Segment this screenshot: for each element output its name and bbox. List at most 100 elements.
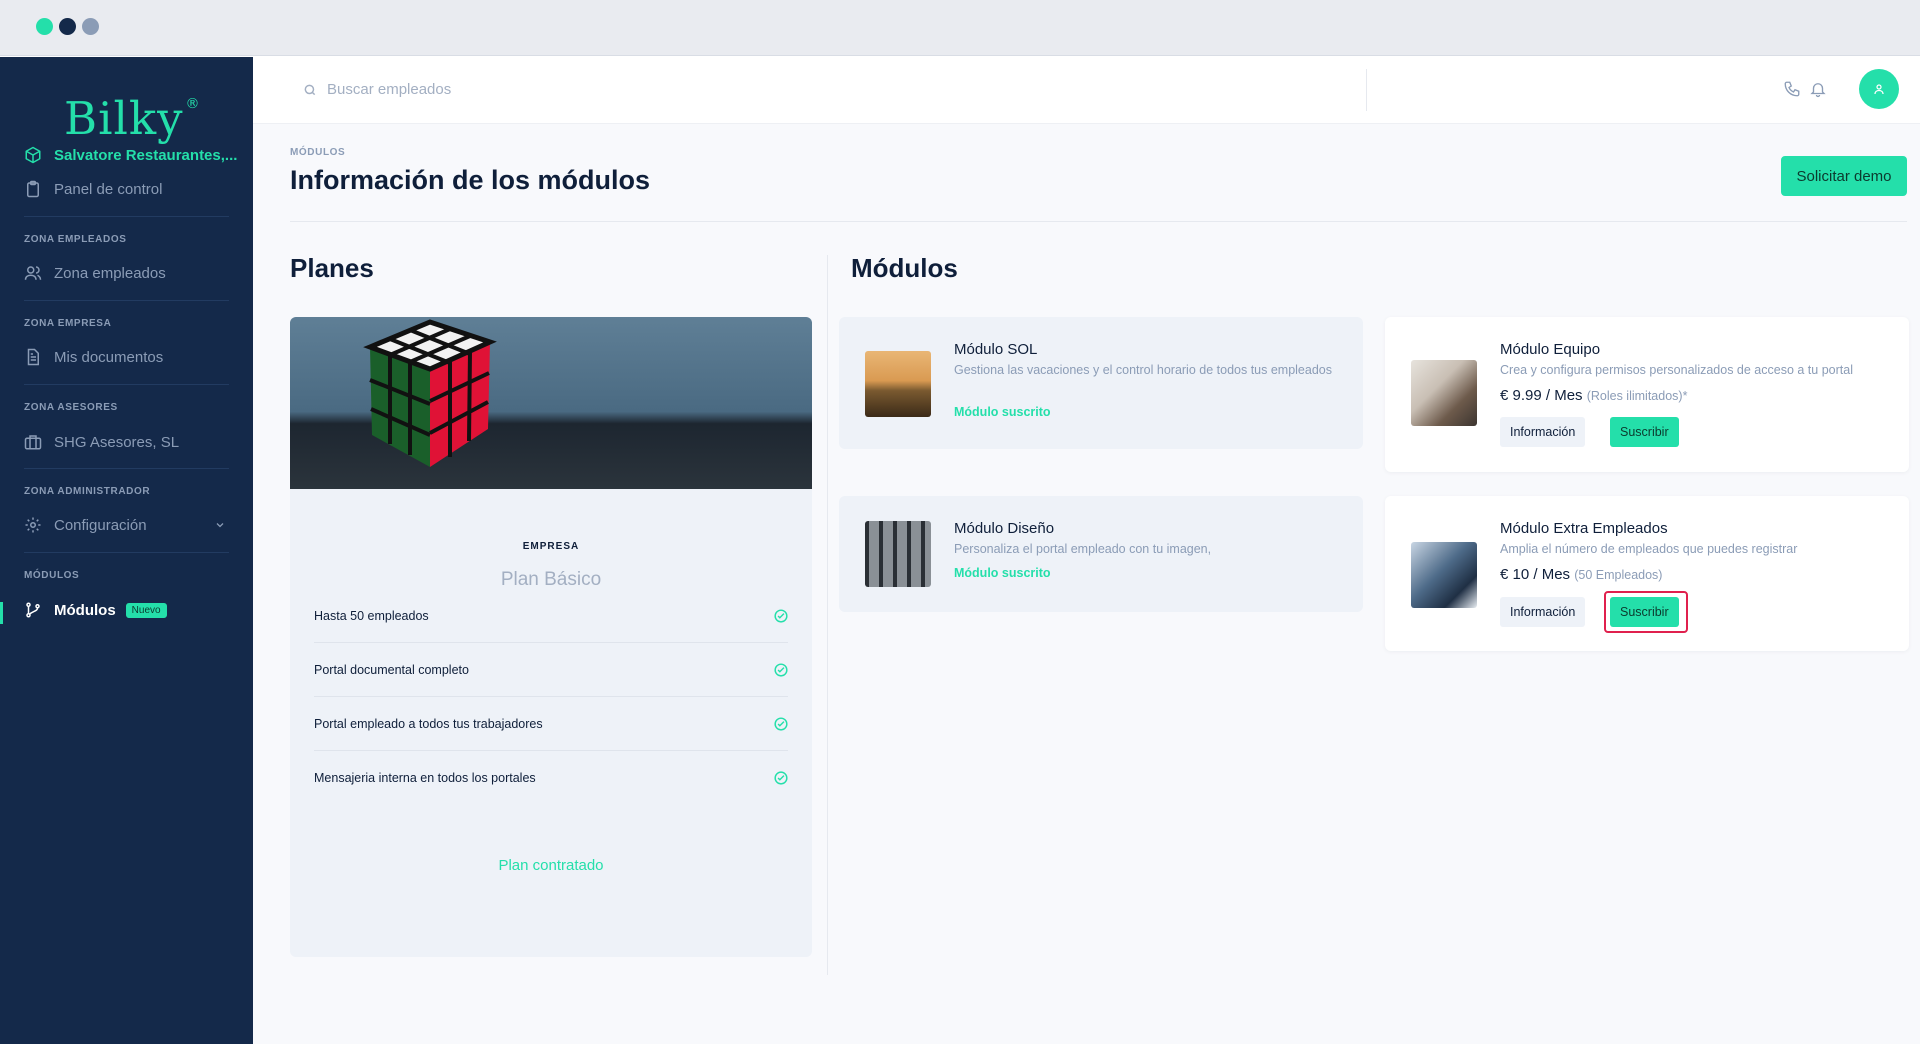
- rubiks-cube-illustration: [363, 319, 497, 467]
- window-controls: [36, 18, 99, 35]
- check-circle-icon: [774, 662, 788, 677]
- phone-icon[interactable]: [1783, 80, 1801, 98]
- plan-feature-label: Portal empleado a todos tus trabajadores: [314, 716, 543, 731]
- active-indicator: [0, 602, 3, 624]
- clipboard-icon: [27, 180, 39, 198]
- module-thumbnail: [1411, 360, 1477, 426]
- module-thumbnail: [865, 521, 931, 587]
- plan-feature: Hasta 50 empleados: [314, 589, 788, 643]
- cube-icon: [25, 146, 41, 164]
- search-input[interactable]: [327, 81, 727, 98]
- module-title: Módulo SOL: [954, 341, 1038, 358]
- user-icon: [1874, 84, 1884, 95]
- sidebar-item-documents[interactable]: Mis documentos: [24, 348, 163, 366]
- module-card-extra-empleados: Módulo Extra Empleados Amplia el número …: [1385, 496, 1909, 651]
- plans-heading: Planes: [290, 253, 374, 283]
- sidebar-divider: [24, 468, 229, 469]
- sidebar-section-label: ZONA ASESORES: [24, 402, 118, 413]
- topbar: [253, 57, 1920, 124]
- page-title: Información de los módulos: [290, 165, 651, 195]
- plan-feature: Portal empleado a todos tus trabajadores: [314, 697, 788, 751]
- breadcrumb: MÓDULOS: [290, 147, 346, 158]
- plan-kind-label: EMPRESA: [522, 541, 580, 552]
- sidebar-item-label: Módulos: [54, 601, 116, 619]
- sidebar-section-label: MÓDULOS: [24, 570, 80, 581]
- topbar-divider: [1366, 69, 1367, 111]
- sidebar: Bilky ® Salvatore Restaurantes,... Panel …: [0, 57, 253, 1044]
- plan-card: EMPRESA Plan Básico Hasta 50 empleados P…: [290, 317, 812, 957]
- sidebar-item-dashboard[interactable]: Panel de control: [24, 180, 162, 198]
- search-bar: [303, 81, 727, 98]
- document-icon: [27, 348, 39, 366]
- user-avatar[interactable]: [1859, 69, 1899, 109]
- chevron-down-icon[interactable]: [214, 519, 226, 531]
- module-status: Módulo suscrito: [954, 566, 1051, 580]
- gear-icon: [25, 517, 41, 533]
- sidebar-item-label: Configuración: [54, 516, 147, 534]
- module-info-button[interactable]: Información: [1500, 597, 1586, 627]
- modules-heading: Módulos: [851, 253, 958, 283]
- module-subscribe-button[interactable]: Suscribir: [1610, 417, 1679, 447]
- plan-status: Plan contratado: [498, 857, 604, 874]
- module-price: € 10 / Mes (50 Empleados): [1500, 566, 1663, 583]
- sidebar-divider: [24, 216, 229, 217]
- plan-name: Plan Básico: [500, 569, 602, 590]
- column-divider: [827, 255, 828, 975]
- plan-feature-label: Mensajeria interna en todos los portales: [314, 771, 536, 785]
- check-circle-icon: [774, 716, 788, 731]
- module-description: Personaliza el portal empleado con tu im…: [954, 542, 1212, 556]
- module-status: Módulo suscrito: [954, 405, 1051, 419]
- sidebar-divider: [24, 300, 229, 301]
- sidebar-divider: [24, 552, 229, 553]
- branch-icon: [26, 602, 40, 618]
- module-info-button[interactable]: Información: [1500, 417, 1586, 447]
- briefcase-icon: [24, 435, 42, 450]
- module-subscribe-button[interactable]: Suscribir: [1610, 597, 1679, 627]
- check-circle-icon: [774, 608, 788, 623]
- sidebar-section-label: ZONA ADMINISTRADOR: [24, 486, 151, 497]
- sidebar-divider: [24, 384, 229, 385]
- module-description: Crea y configura permisos personalizados…: [1500, 363, 1853, 377]
- check-circle-icon: [774, 771, 788, 785]
- bell-icon[interactable]: [1809, 80, 1827, 98]
- module-card-diseno: Módulo Diseño Personaliza el portal empl…: [839, 496, 1363, 612]
- sidebar-item-label: Panel de control: [54, 180, 163, 198]
- new-badge: Nuevo: [125, 602, 167, 618]
- sidebar-item-label: Zona empleados: [54, 264, 166, 282]
- sidebar-item-settings[interactable]: Configuración: [24, 516, 147, 534]
- sidebar-item-company[interactable]: Salvatore Restaurantes,...: [24, 146, 237, 164]
- plan-feature: Portal documental completo: [314, 643, 788, 697]
- window-maximize-dot[interactable]: [82, 18, 99, 35]
- request-demo-button[interactable]: Solicitar demo: [1781, 156, 1907, 196]
- module-description: Amplia el número de empleados que puedes…: [1500, 542, 1798, 556]
- search-icon: [304, 84, 316, 95]
- module-description: Gestiona las vacaciones y el control hor…: [954, 363, 1332, 377]
- sidebar-item-employees[interactable]: Zona empleados: [24, 264, 166, 282]
- sidebar-section-label: ZONA EMPLEADOS: [24, 234, 127, 245]
- app-logo[interactable]: Bilky ®: [64, 92, 200, 145]
- module-card-sol: Módulo SOL Gestiona las vacaciones y el …: [839, 317, 1363, 449]
- plan-feature: Mensajeria interna en todos los portales: [314, 751, 788, 805]
- module-thumbnail: [865, 351, 931, 417]
- module-card-equipo: Módulo Equipo Crea y configura permisos …: [1385, 317, 1909, 472]
- module-thumbnail: [1411, 542, 1477, 608]
- module-price: € 9.99 / Mes (Roles ilimitados)*: [1500, 387, 1688, 404]
- users-icon: [24, 266, 42, 280]
- window-minimize-dot[interactable]: [59, 18, 76, 35]
- module-title: Módulo Equipo: [1500, 341, 1601, 358]
- module-title: Módulo Extra Empleados: [1500, 520, 1668, 537]
- plan-hero-image: [290, 317, 812, 489]
- main-content: MÓDULOS Información de los módulos Solic…: [253, 124, 1920, 1044]
- window-close-dot[interactable]: [36, 18, 53, 35]
- sidebar-item-label: Mis documentos: [54, 348, 164, 366]
- sidebar-section-label: ZONA EMPRESA: [24, 318, 112, 329]
- sidebar-item-label: Salvatore Restaurantes,...: [54, 146, 238, 164]
- sidebar-item-label: SHG Asesores, SL: [54, 433, 180, 451]
- sidebar-item-advisors[interactable]: SHG Asesores, SL: [24, 433, 179, 451]
- plan-feature-label: Portal documental completo: [314, 662, 469, 677]
- window-titlebar: [0, 0, 1920, 56]
- plan-feature-label: Hasta 50 empleados: [314, 608, 429, 623]
- header-divider: [290, 221, 1907, 222]
- sidebar-item-modules[interactable]: Módulos Nuevo: [24, 601, 167, 619]
- module-title: Módulo Diseño: [954, 520, 1055, 537]
